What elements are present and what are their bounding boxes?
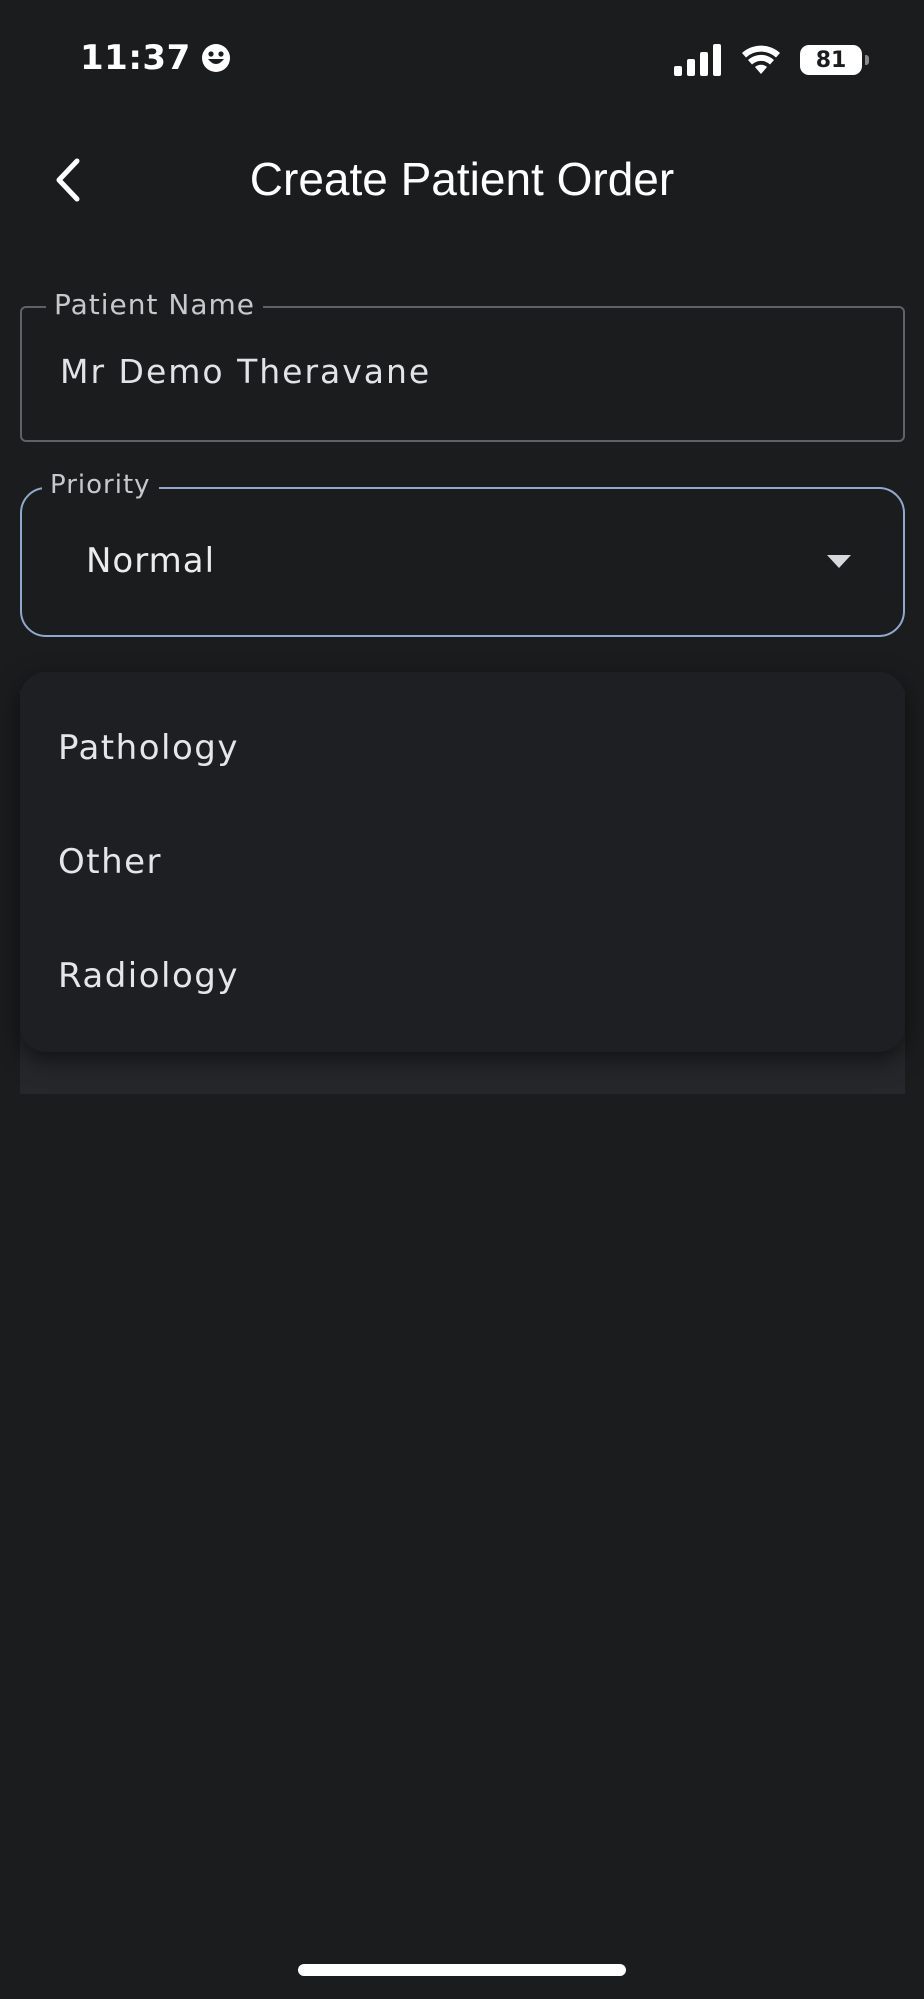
battery-tip <box>865 55 869 65</box>
patient-name-field[interactable]: Patient Name Mr Demo Theravane <box>20 288 905 442</box>
menu-item-radiology[interactable]: Radiology <box>20 920 905 1032</box>
patient-name-value: Mr Demo Theravane <box>60 352 432 391</box>
status-time-group: 11:37 <box>80 38 231 78</box>
status-bar: 11:37 81 <box>0 0 924 120</box>
menu-item-other[interactable]: Other <box>20 806 905 918</box>
patient-name-label: Patient Name <box>46 288 263 321</box>
priority-value: Normal <box>86 541 216 581</box>
home-indicator[interactable] <box>298 1964 626 1976</box>
status-icons: 81 <box>674 44 869 76</box>
priority-dropdown[interactable]: Priority Normal <box>20 470 905 637</box>
cellular-signal-icon <box>674 44 721 76</box>
app-bar: Create Patient Order <box>0 120 924 240</box>
priority-label: Priority <box>42 470 159 500</box>
battery-icon: 81 <box>800 45 869 75</box>
wifi-icon <box>742 45 780 74</box>
dropdown-arrow-icon <box>827 555 851 568</box>
menu-item-pathology[interactable]: Pathology <box>20 692 905 804</box>
status-time: 11:37 <box>80 38 191 78</box>
smiley-icon <box>201 44 230 72</box>
battery-level: 81 <box>815 47 847 73</box>
page-title: Create Patient Order <box>249 153 675 205</box>
order-type-menu: Pathology Other Radiology <box>20 672 905 1052</box>
